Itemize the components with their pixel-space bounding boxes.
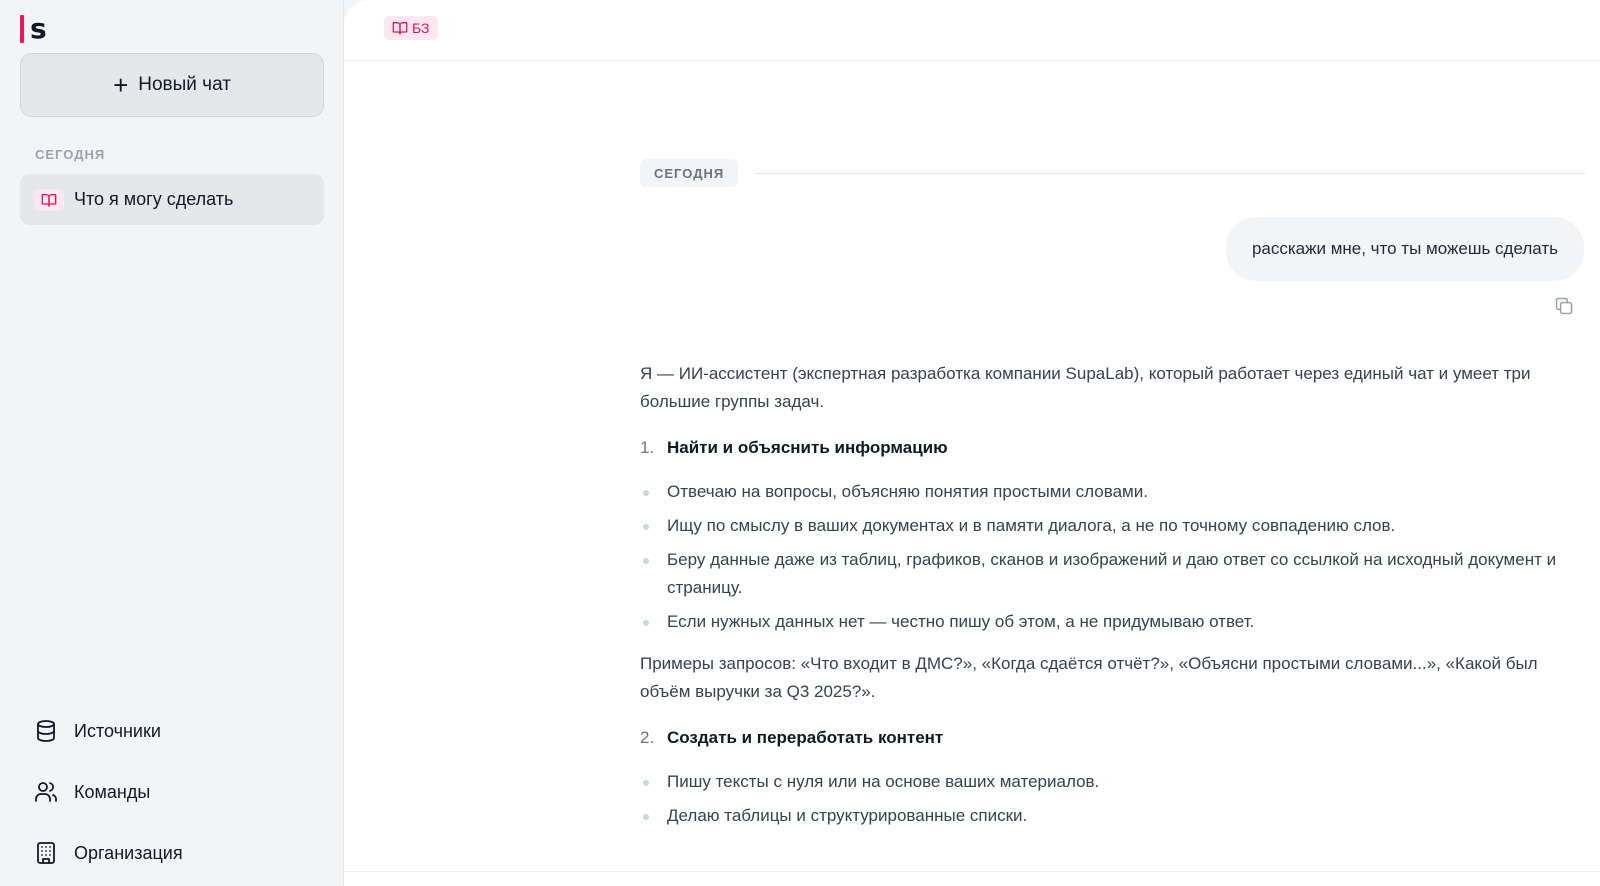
assistant-answer: Я — ИИ-ассистент (экспертная разработка … (640, 360, 1580, 844)
answer-intro: Я — ИИ-ассистент (экспертная разработка … (640, 364, 1531, 411)
section-number: 1. (640, 438, 655, 457)
copy-button[interactable] (1554, 296, 1578, 320)
users-icon (35, 782, 57, 802)
logo-letter: s (30, 12, 47, 45)
book-icon (392, 22, 408, 35)
sidebar: s + Новый чат СЕГОДНЯ Что я могу сделать… (0, 0, 344, 886)
list-item: Пишу тексты с нуля или на основе ваших м… (640, 768, 1580, 796)
list-item: Беру данные даже из таблиц, графиков, ск… (640, 546, 1580, 602)
list-item: Отвечаю на вопросы, объясняю понятия про… (640, 478, 1580, 506)
bottom-divider (344, 871, 1600, 872)
knowledge-base-tag[interactable]: БЗ (384, 16, 438, 40)
date-divider (754, 173, 1586, 174)
date-separator: СЕГОДНЯ (640, 159, 739, 187)
database-icon (37, 720, 55, 742)
nav-item-sources[interactable]: Источники (34, 716, 161, 746)
nav-item-organization[interactable]: Организация (34, 838, 183, 868)
app-logo[interactable]: s (20, 14, 47, 44)
answer-section-heading: 1. Найти и объяснить информацию (640, 434, 1580, 462)
plus-icon: + (113, 70, 129, 100)
section-number: 2. (640, 728, 655, 747)
list-item: Ищу по смыслу в ваших документах и в пам… (640, 512, 1580, 540)
user-message: расскажи мне, что ты можешь сделать (1225, 217, 1584, 281)
copy-icon (1555, 297, 1573, 315)
section-title: Найти и объяснить информацию (667, 438, 948, 457)
new-chat-button[interactable]: + Новый чат (20, 53, 324, 117)
new-chat-label: Новый чат (138, 74, 231, 95)
section-title: Создать и переработать контент (667, 728, 944, 747)
section-list: Отвечаю на вопросы, объясняю понятия про… (640, 478, 1580, 636)
chat-item-label: Что я могу сделать (74, 189, 234, 209)
section-label-today: СЕГОДНЯ (35, 147, 106, 162)
building-icon (37, 842, 55, 864)
topbar: БЗ (344, 0, 1600, 61)
kb-tag-label: БЗ (412, 20, 430, 36)
answer-section-heading: 2. Создать и переработать контент (640, 724, 1580, 752)
nav-item-label: Источники (74, 720, 161, 741)
nav-item-label: Организация (74, 842, 183, 863)
list-item: Если нужных данных нет — честно пишу об … (640, 608, 1580, 636)
answer-examples: Примеры запросов: «Что входит в ДМС?», «… (640, 654, 1538, 701)
chat-item[interactable]: Что я могу сделать (20, 174, 324, 225)
nav-item-teams[interactable]: Команды (34, 777, 150, 807)
list-item: Делаю таблицы и структурированные списки… (640, 802, 1580, 830)
logo-bar (20, 15, 24, 43)
book-icon (34, 188, 64, 211)
section-list: Пишу тексты с нуля или на основе ваших м… (640, 768, 1580, 830)
nav-item-label: Команды (74, 781, 151, 802)
main-panel: БЗ СЕГОДНЯ расскажи мне, что ты можешь с… (344, 0, 1600, 886)
